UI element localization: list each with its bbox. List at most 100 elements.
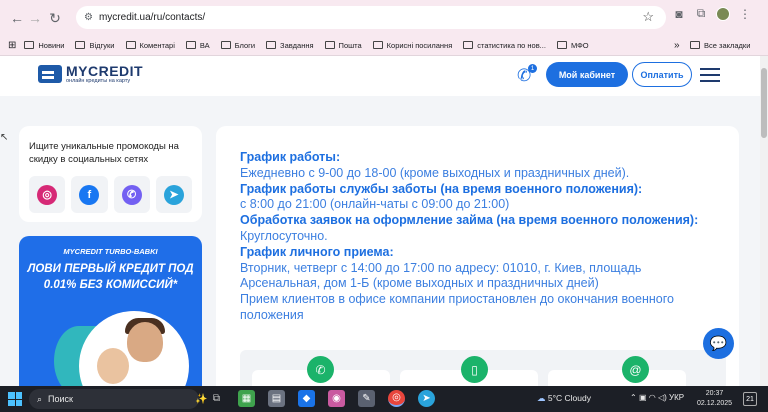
wifi-icon: ◠ (648, 393, 656, 402)
mobile-icon: ▯ (461, 356, 488, 383)
notes-icon[interactable]: ✎ (358, 390, 375, 407)
my-cabinet-button[interactable]: Мой кабинет (546, 62, 628, 87)
logo-card-icon (38, 64, 62, 83)
volume-icon: ◁) (657, 393, 667, 402)
folder-icon (75, 41, 86, 49)
banner-person-woman (97, 348, 129, 384)
telegram-taskbar-icon[interactable]: ➤ (418, 390, 435, 407)
promo-text: Ищите уникальные промокоды на скидку в с… (29, 141, 179, 165)
phone-icon: ✆ (307, 356, 334, 383)
camera-tray-icon: ▣ (638, 393, 647, 402)
reload-icon[interactable]: ↻ (44, 7, 66, 29)
apps-grid-icon[interactable]: ⊞ (8, 40, 16, 51)
tray-chevron-icon[interactable]: ⌃ (630, 393, 637, 402)
reception-heading: График личного приема: (240, 244, 394, 259)
bookmark-item[interactable]: Блоги (220, 41, 255, 50)
facebook-link[interactable]: f (71, 176, 108, 213)
windows-taskbar: ⌕ Поиск ✨ ⧉ ▦ ▤ ◆ ◉ ✎ ◎ ➤ ☁ 5°C Cloudy ⌃… (0, 386, 768, 412)
site-header: MYCREDIT онлайн кредиты на карту ✆ 1 Мой… (0, 56, 768, 96)
weather-widget[interactable]: ☁ 5°C Cloudy (537, 393, 591, 404)
browser-toolbar: ← → ↻ ⚙ mycredit.ua/ru/contacts/ ☆ ◙ ⧉ ⋮ (0, 0, 768, 35)
bookmark-item[interactable]: ВА (185, 41, 210, 50)
url-text: mycredit.ua/ru/contacts/ (98, 12, 206, 23)
folder-icon (556, 41, 567, 49)
files-icon[interactable]: ◆ (298, 390, 315, 407)
page-scrollbar[interactable] (760, 56, 768, 386)
search-icon: ⌕ (37, 393, 43, 404)
bookmark-item[interactable]: Новини (24, 41, 64, 50)
viber-icon: ✆ (121, 184, 142, 205)
support-schedule-text: с 8:00 до 21:00 (онлайн-чаты с 09:00 до … (240, 197, 510, 212)
promo-banner[interactable]: MYCREDIT TURBO-BABKI ЛОВИ ПЕРВЫЙ КРЕДИТ … (19, 236, 202, 386)
bookmark-item[interactable]: Корисні посилання (372, 41, 452, 50)
notifications-icon[interactable]: 21 (743, 392, 757, 406)
viber-link[interactable]: ✆ (113, 176, 150, 213)
calculator-icon[interactable]: ▤ (268, 390, 285, 407)
windows-start-icon[interactable] (8, 392, 22, 406)
social-links: ◎ f ✆ ➤ (29, 176, 192, 213)
pay-button[interactable]: Оплатить (632, 62, 692, 87)
work-schedule-text: Ежедневно с 9-00 до 18-00 (кроме выходны… (240, 165, 630, 180)
promo-socials-card: Ищите уникальные промокоды на скидку в с… (19, 126, 202, 222)
extensions-icon[interactable]: ⧉ (694, 6, 708, 21)
work-schedule-heading: График работы: (240, 150, 341, 164)
instagram-link[interactable]: ◎ (29, 176, 66, 213)
folder-icon (463, 41, 474, 49)
camera-icon[interactable]: ◙ (672, 7, 686, 21)
taskbar-clock[interactable]: 20:37 02.12.2025 (697, 389, 732, 409)
bookmark-item[interactable]: Завдання (266, 41, 314, 50)
profile-avatar[interactable] (716, 6, 730, 21)
task-view-icon[interactable]: ⧉ (208, 390, 225, 407)
hamburger-menu-icon[interactable] (700, 68, 720, 82)
address-bar[interactable]: ⚙ mycredit.ua/ru/contacts/ ☆ (76, 6, 666, 29)
telegram-icon: ➤ (163, 184, 184, 205)
instagram-icon: ◎ (37, 184, 58, 205)
folder-icon (690, 41, 700, 49)
chat-widget-icon[interactable]: 💬 (703, 328, 734, 359)
search-highlight-icon: ✨ (195, 393, 208, 405)
scrollbar-thumb[interactable] (761, 68, 767, 138)
telegram-link[interactable]: ➤ (155, 176, 192, 213)
phone-badge: 1 (528, 64, 537, 73)
bookmarks-bar: ⊞ Новини Відгуки Коментарі ВА Блоги Завд… (0, 35, 768, 56)
taskbar-search[interactable]: ⌕ Поиск ✨ (29, 389, 207, 409)
bookmark-item[interactable]: статистика по нов... (463, 41, 546, 50)
folder-icon (125, 41, 136, 49)
bookmark-item[interactable]: Пошта (324, 41, 362, 50)
folder-icon (372, 41, 383, 49)
chrome-icon[interactable]: ◎ (388, 390, 405, 407)
mouse-cursor-icon: ↖ (0, 132, 9, 143)
bookmark-item[interactable]: МФО (556, 41, 589, 50)
facebook-icon: f (79, 184, 100, 205)
bookmark-item[interactable]: Відгуки (75, 41, 115, 50)
office-closed-text: Прием клиентов в офисе компании приостан… (240, 292, 674, 322)
support-schedule-heading: График работы службы заботы (на время во… (240, 181, 643, 196)
applications-text: Круглосуточно. (240, 228, 328, 243)
language-indicator[interactable]: УКР (669, 393, 684, 402)
banner-subtitle: MYCREDIT TURBO-BABKI (63, 247, 158, 256)
all-bookmarks[interactable]: Все закладки (690, 41, 750, 50)
bookmark-star-icon[interactable]: ☆ (642, 9, 654, 25)
banner-title: ЛОВИ ПЕРВЫЙ КРЕДИТ ПОД 0.01% БЕЗ КОМИССИ… (27, 263, 194, 291)
folder-icon (185, 41, 196, 49)
forward-icon[interactable]: → (24, 7, 46, 29)
folder-icon (266, 41, 277, 49)
menu-kebab-icon[interactable]: ⋮ (738, 7, 752, 21)
email-icon: @ (622, 356, 649, 383)
reception-text: Вторник, четверг с 14:00 до 17:00 по адр… (240, 260, 642, 291)
folder-icon (220, 41, 231, 49)
copilot-icon[interactable]: ◉ (328, 390, 345, 407)
folder-icon (324, 41, 335, 49)
widgets-icon[interactable]: ▦ (238, 390, 255, 407)
logo-title: MYCREDIT (66, 63, 144, 79)
site-info-icon[interactable]: ⚙ (84, 12, 93, 23)
more-bookmarks-icon[interactable]: » (674, 40, 680, 51)
system-tray[interactable]: ⌃ ▣ ◠ ◁) УКР (630, 393, 684, 402)
cloud-icon: ☁ (537, 393, 546, 403)
site-logo[interactable]: MYCREDIT онлайн кредиты на карту (38, 63, 143, 84)
applications-heading: Обработка заявок на оформление займа (на… (240, 213, 699, 228)
banner-person-man (127, 322, 163, 362)
folder-icon (24, 41, 35, 49)
bookmark-item[interactable]: Коментарі (125, 41, 175, 50)
schedule-info: График работы: Ежедневно с 9-00 до 18-00… (240, 150, 720, 324)
